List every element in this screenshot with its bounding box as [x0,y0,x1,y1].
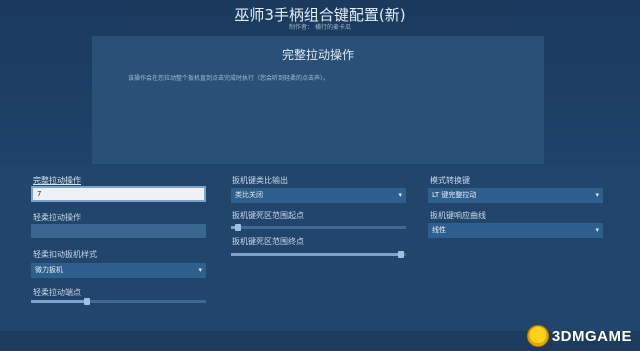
response-curve-select[interactable]: 线性 ▾ [428,223,603,238]
watermark-text: 3DMGAME [551,327,632,345]
mode-switch-select[interactable]: LT 键完整拉动 ▾ [428,188,603,203]
slider-handle[interactable] [84,298,90,305]
full-pull-label: 完整拉动操作 [33,176,81,185]
soft-pull-style-label: 轻柔扣动扳机样式 [33,250,97,259]
deadzone-end-slider[interactable] [231,251,406,258]
analog-output-label: 扳机键类比输出 [232,176,288,185]
deadzone-start-slider[interactable] [231,224,406,231]
response-curve-value: 线性 [432,226,446,234]
mode-switch-label: 模式转换键 [430,176,470,185]
slider-fill [231,253,401,256]
soft-pull-style-value: 微力扳机 [35,266,63,274]
mascot-icon [526,325,549,347]
slider-handle[interactable] [235,224,241,231]
author-credit: 制作者： 横行的麦卡瓜 [289,24,351,31]
deadzone-start-label: 扳机键死区范围起点 [232,211,304,220]
chevron-down-icon: ▾ [595,226,599,234]
soft-pull-style-select[interactable]: 微力扳机 ▾ [31,263,206,278]
mode-switch-value: LT 键完整拉动 [432,191,477,199]
slider-fill [31,300,87,303]
dialog-description: 该操作会在您拉动整个扳机直到点击完成时执行（您会听到轻柔的点击声）。 [128,75,330,82]
analog-output-value: 类比关闭 [235,191,263,199]
full-pull-action-field[interactable]: 7 [31,186,206,202]
chevron-down-icon: ▾ [398,191,402,199]
watermark-logo: 3DMGAME [526,325,632,347]
deadzone-end-label: 扳机键死区范围终点 [232,237,304,246]
action-info-dialog: 完整拉动操作 该操作会在您拉动整个扳机直到点击完成时执行（您会听到轻柔的点击声）… [92,36,544,164]
dialog-title: 完整拉动操作 [281,48,354,62]
chevron-down-icon: ▾ [198,266,202,274]
soft-pull-threshold-slider[interactable] [31,298,206,305]
analog-output-select[interactable]: 类比关闭 ▾ [231,188,406,203]
chevron-down-icon: ▾ [595,191,599,199]
soft-pull-threshold-label: 轻柔拉动端点 [33,288,81,297]
soft-pull-action-field[interactable] [31,224,206,238]
slider-handle[interactable] [397,251,404,258]
response-curve-label: 扳机键响应曲线 [430,211,486,220]
soft-pull-label: 轻柔拉动操作 [33,213,81,222]
